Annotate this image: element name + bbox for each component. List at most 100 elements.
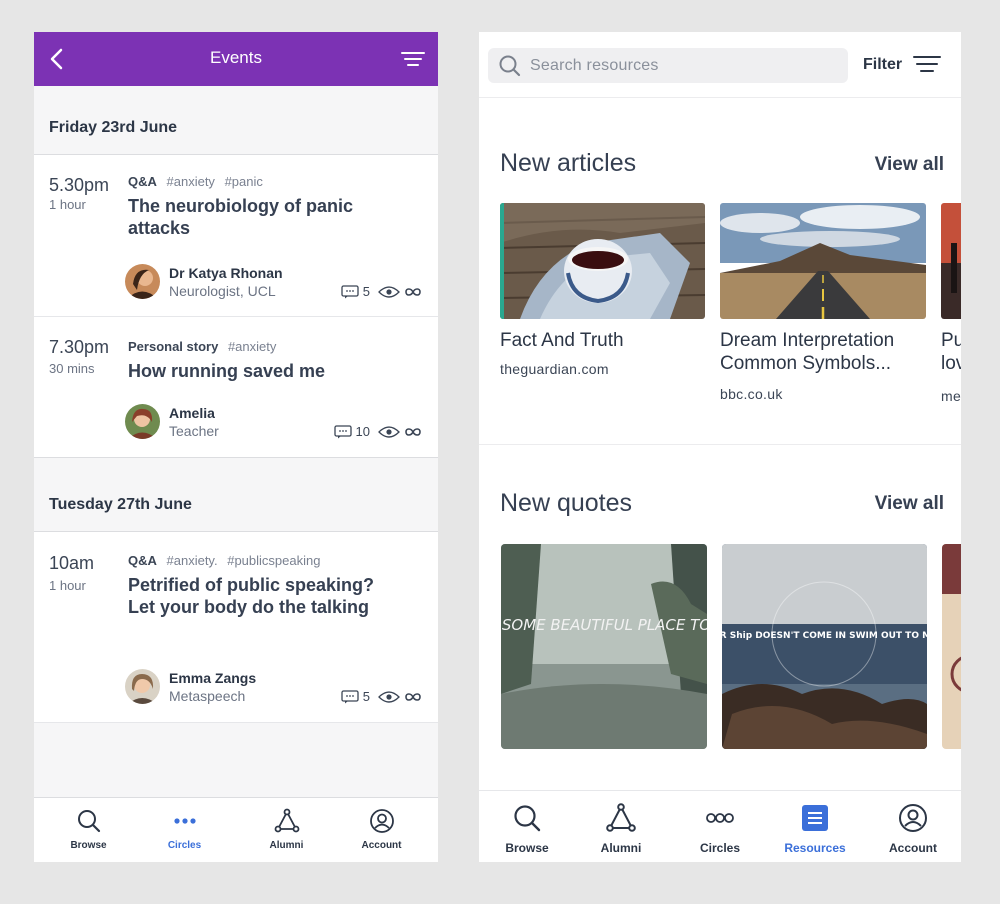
event-card[interactable]: 10am 1 hour Q&A #anxiety. #publicspeakin… [34,532,438,723]
divider [479,97,961,98]
tab-label: Resources [784,841,846,855]
avatar[interactable] [125,404,160,439]
circles-icon [706,813,734,823]
event-stats: 10 [333,424,422,439]
event-duration: 30 mins [49,361,95,376]
section-title-quotes: New quotes [500,489,633,517]
event-type: Q&A [128,174,157,189]
filter-icon[interactable] [400,47,426,71]
quote-card[interactable] [942,544,961,749]
tab-label: Account [889,841,937,855]
tab-label: Account [361,840,402,851]
article-image[interactable] [500,203,705,319]
quote-card[interactable]: IF YOUR Ship DOESN'T COME IN SWIM OUT TO… [722,544,927,749]
comment-icon [341,689,359,703]
article-image[interactable] [941,203,961,319]
search-placeholder: Search resources [530,57,659,74]
article-image[interactable] [720,203,926,319]
tag[interactable]: #publicspeaking [227,553,320,568]
tag[interactable]: #panic [225,174,263,189]
event-stats: 5 [341,284,422,299]
article-title[interactable]: Fact And Truth [500,329,710,352]
tab-browse[interactable]: Browse [38,798,139,862]
tab-circles[interactable]: Circles [672,791,768,862]
tab-resources[interactable]: Resources [767,791,863,862]
event-type: Q&A [128,553,157,568]
infinity-icon [405,692,421,701]
search-bar[interactable]: Search resources [488,48,848,83]
resources-screen: Search resources Filter New articles Vie… [479,32,961,862]
filter-button[interactable]: Filter [863,56,902,74]
tab-bar: Browse Alumni Circles Resources Account [479,790,961,862]
quote-card[interactable]: Let's FIND SOME BEAUTIFUL PLACE TO GET L… [501,544,707,749]
event-title[interactable]: Petrified of public speaking? Let your b… [128,574,378,618]
tab-browse[interactable]: Browse [479,791,575,862]
day-label: Friday 23rd June [49,119,178,136]
section-title-articles: New articles [500,149,637,177]
tab-alumni[interactable]: Alumni [236,798,337,862]
divider [479,444,961,445]
article-source: bbc.co.uk [720,386,783,402]
resources-icon [802,805,828,831]
article-title[interactable]: Pu lov [941,329,961,375]
article-title[interactable]: Dream Interpretation Common Symbols... [720,329,930,375]
user-icon [899,804,927,832]
tab-label: Browse [70,840,107,851]
event-duration: 1 hour [49,197,86,212]
speaker-role: Teacher [169,423,219,439]
quote-line: Let's FIND SOME BEAUTIFUL PLACE TO GET L… [501,616,707,634]
eye-icon [378,425,400,438]
avatar[interactable] [125,264,160,299]
speaker-name: Emma Zangs [169,670,257,686]
comment-count: 5 [362,284,370,299]
comment-count: 10 [355,424,370,439]
article-source: me [941,388,961,404]
tab-account[interactable]: Account [865,791,961,862]
event-time: 5.30pm [49,175,110,195]
quote-line: IF YOUR Ship DOESN'T COME IN SWIM OUT TO… [722,631,927,641]
tag[interactable]: #anxiety [167,174,215,189]
page-title: Events [210,48,262,67]
event-title[interactable]: The neurobiology of panic attacks [128,195,378,239]
search-icon [78,810,101,833]
event-card[interactable]: 7.30pm 30 mins Personal story #anxiety H… [34,317,438,457]
search-icon [514,805,541,832]
tab-label: Circles [167,840,202,851]
comment-icon [333,424,352,438]
day-label: Tuesday 27th June [49,496,192,513]
event-tags: Q&A #anxiety #panic [128,174,269,189]
tab-label: Circles [699,841,741,855]
article-source: theguardian.com [500,361,609,377]
filter-icon[interactable] [912,52,942,76]
tab-label: Browse [505,841,549,855]
event-time: 7.30pm [49,337,110,357]
speaker-role: Metaspeech [169,688,246,704]
infinity-icon [405,287,421,296]
network-icon [274,808,300,833]
infinity-icon [405,427,421,436]
view-all-articles-link[interactable]: View all [875,154,944,176]
eye-icon [378,690,400,703]
tab-account[interactable]: Account [331,798,432,862]
event-time: 10am [49,553,95,573]
tab-alumni[interactable]: Alumni [573,791,669,862]
event-title[interactable]: How running saved me [128,360,378,382]
speaker-role: Neurologist, UCL [169,283,276,299]
user-icon [370,809,394,833]
tag[interactable]: #anxiety [228,339,276,354]
dots-icon [174,818,196,824]
quote-image [942,544,961,749]
tab-circles[interactable]: Circles [134,798,235,862]
event-card[interactable]: 5.30pm 1 hour Q&A #anxiety #panic The ne… [34,155,438,317]
event-tags: Q&A #anxiety. #publicspeaking [128,553,326,568]
tab-label: Alumni [269,840,304,851]
search-icon [499,55,521,77]
tag[interactable]: #anxiety. [167,553,218,568]
event-tags: Personal story #anxiety [128,339,282,354]
network-icon [606,803,636,832]
avatar[interactable] [125,669,160,704]
view-all-quotes-link[interactable]: View all [875,493,944,515]
speaker-name: Amelia [169,405,215,421]
events-header: Events [34,32,438,86]
quote-image: IF YOUR Ship DOESN'T COME IN SWIM OUT TO… [722,544,927,749]
